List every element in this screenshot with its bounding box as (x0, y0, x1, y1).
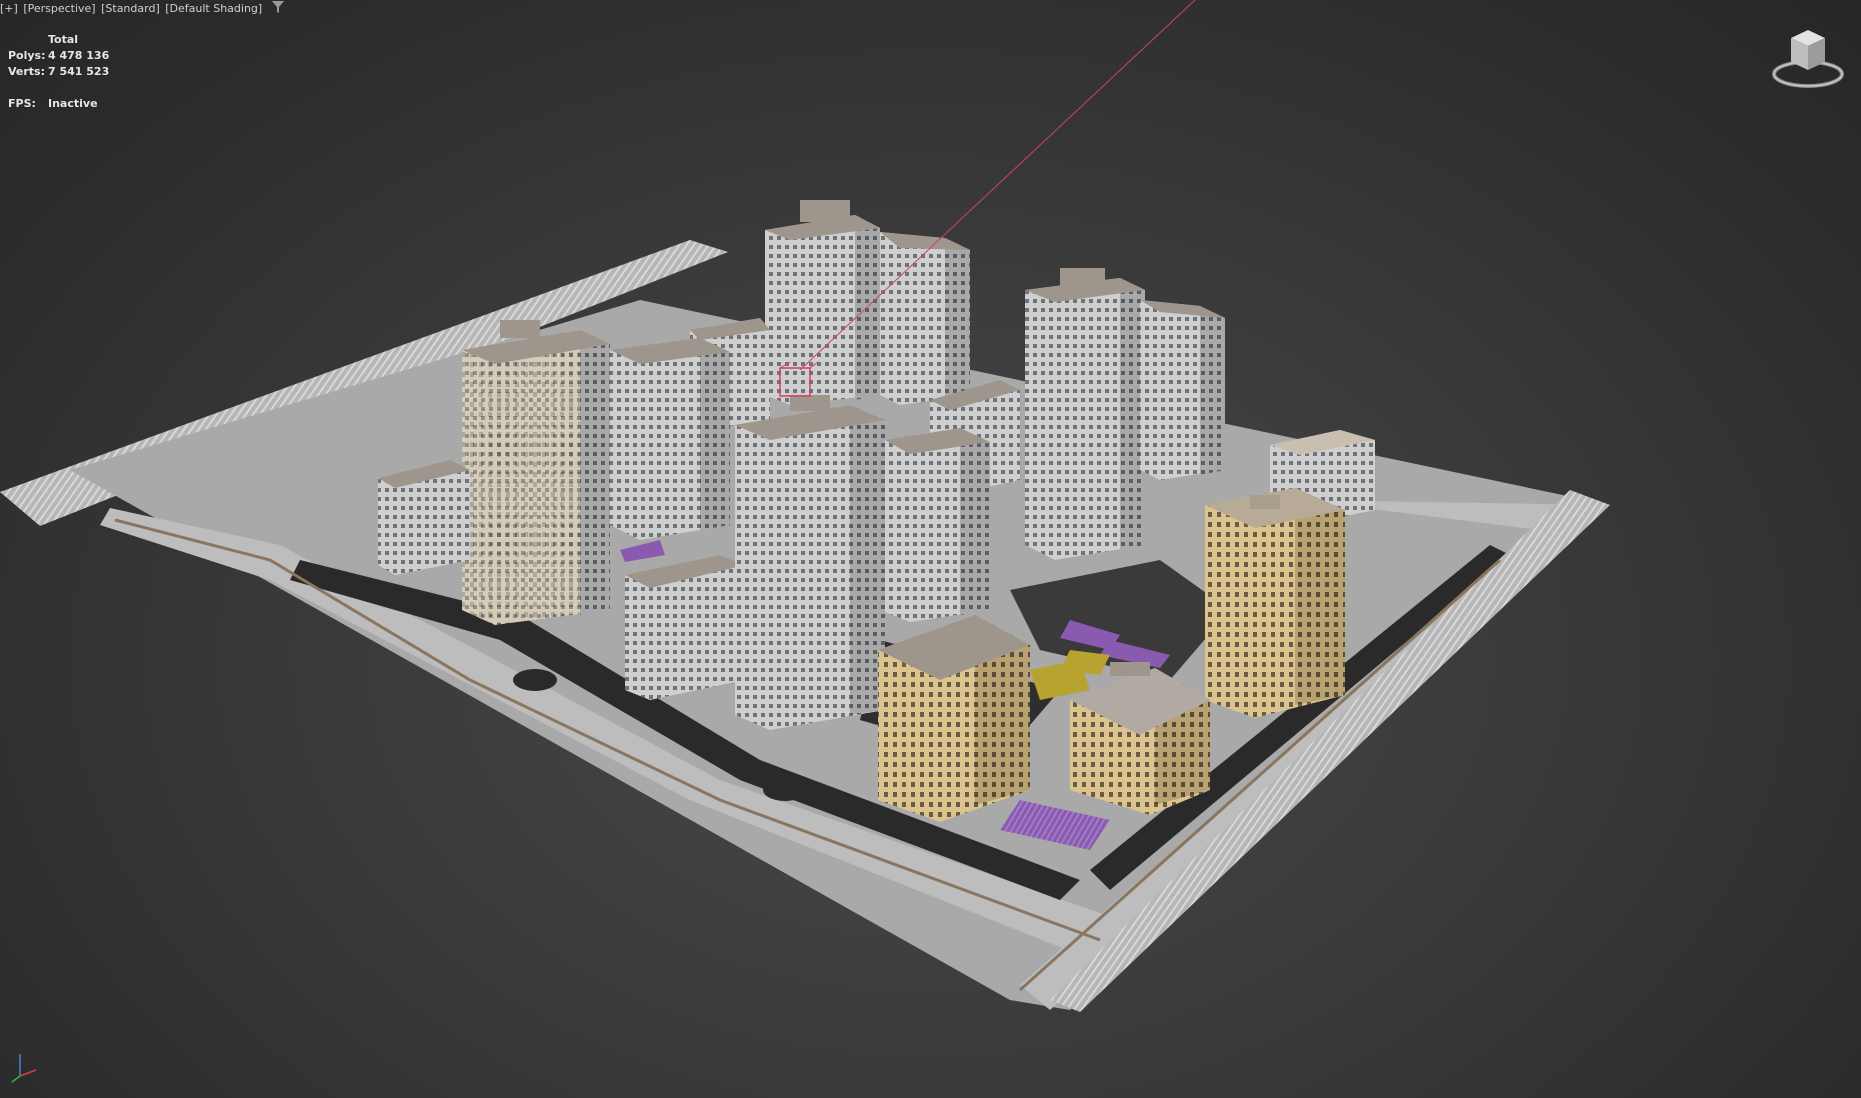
stats-fps-label: FPS: (8, 97, 36, 110)
building-tower[interactable] (1140, 300, 1225, 480)
viewcube-icon[interactable] (1769, 24, 1847, 90)
stats-polys-value: 4 478 136 (48, 49, 110, 62)
viewport-perspective[interactable]: [+] [Perspective] [Standard] [Default Sh… (0, 0, 1861, 1098)
stats-header: Total (48, 33, 79, 46)
viewport-shading-menu[interactable]: [Default Shading] (165, 2, 262, 15)
viewport-label-menu: [+] [Perspective] [Standard] [Default Sh… (0, 1, 286, 17)
building-tower-tan[interactable] (1205, 488, 1345, 718)
building-tower[interactable] (880, 232, 970, 405)
city-block-scene[interactable] (0, 0, 1861, 1098)
stats-verts-row: Verts: 7 541 523 (8, 64, 109, 80)
building-block-tan[interactable] (878, 615, 1030, 822)
viewport-plus-menu[interactable]: [+] (0, 2, 18, 15)
building-tower[interactable] (462, 320, 610, 625)
axis-tripod-icon (6, 1046, 46, 1086)
building-block[interactable] (625, 555, 745, 700)
viewport-mode-menu[interactable]: [Standard] (101, 2, 160, 15)
stats-verts-value: 7 541 523 (48, 65, 110, 78)
building-tower[interactable] (765, 200, 880, 405)
stats-fps-row: FPS: Inactive (8, 96, 109, 112)
stats-verts-label: Verts: (8, 65, 46, 78)
stats-polys-row: Polys: 4 478 136 (8, 48, 109, 64)
roundabout (513, 669, 557, 691)
stats-overlay: Total Polys: 4 478 136 Verts: 7 541 523 … (8, 32, 109, 112)
building-tower[interactable] (610, 338, 730, 540)
building-tower[interactable] (885, 428, 990, 622)
building-block[interactable] (378, 460, 470, 575)
building-tower[interactable] (735, 395, 885, 730)
stats-polys-label: Polys: (8, 49, 46, 62)
building-tower[interactable] (1025, 268, 1145, 560)
viewport-view-menu[interactable]: [Perspective] (23, 2, 95, 15)
stats-fps-value: Inactive (48, 97, 98, 110)
funnel-icon[interactable] (271, 1, 284, 19)
roundabout (763, 779, 807, 801)
